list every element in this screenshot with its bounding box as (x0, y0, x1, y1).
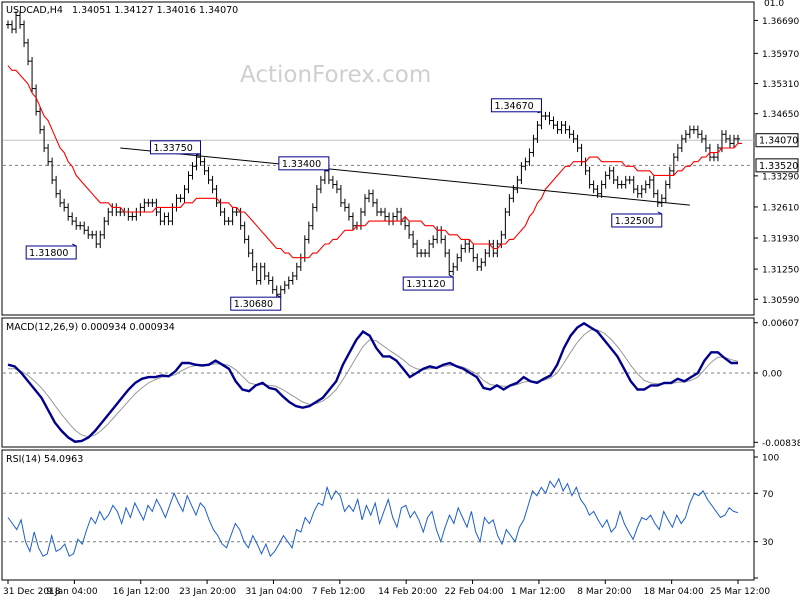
price-y-tick-label: 1.33290 (762, 172, 799, 182)
x-tick-label: 16 Jan 12:00 (113, 587, 170, 597)
x-tick-label: 31 Jan 04:00 (245, 587, 302, 597)
price-y-tick-label: 1.36690 (762, 17, 799, 27)
price-y-tick-label: 1.30590 (762, 296, 799, 306)
rsi-y-tick-label: 30 (762, 538, 774, 548)
price-y-tick-label: 1.34650 (762, 110, 799, 120)
price-y-tick-label: 1.35970 (762, 50, 799, 60)
macd-title: MACD(12,26,9) 0.000934 0.000934 (6, 322, 175, 333)
annotation-label: 1.33750 (154, 143, 193, 154)
price-tag-label: 1.33520 (759, 161, 798, 172)
macd-panel (1, 317, 755, 448)
rsi-y-tick-label: 70 (762, 490, 774, 500)
ohlc-values: 1.34051 1.34127 1.34016 1.34070 (72, 5, 238, 16)
x-axis: 31 Dec 20189 Jan 04:00 16 Jan 12:00 23 Jan… (3, 580, 770, 597)
annotation-label: 1.31800 (29, 248, 68, 259)
price-tag-label: 1.34070 (759, 136, 798, 147)
price-y-tick-label: 1.35310 (762, 80, 799, 90)
watermark: ActionForex.com (240, 62, 431, 88)
price-tag-layer: 1.34070 1.33520 (755, 133, 799, 173)
macd-y-tick-label: 0.00 (762, 369, 782, 379)
x-tick-label: 7 Feb 12:00 (312, 587, 366, 597)
x-tick-label: 22 Feb 04:00 (445, 587, 504, 597)
chart-canvas: ActionForex.com USDCAD,H4 1.34051 1.3412… (1, 0, 800, 597)
price-panel (1, 1, 755, 316)
x-tick-label: 18 Mar 04:00 (644, 587, 704, 597)
annotation-label: 1.33400 (282, 159, 321, 170)
macd-y-tick-label: -0.008381 (762, 439, 800, 449)
annotation-label: 1.32500 (615, 216, 654, 227)
x-tick-label: 14 Feb 20:00 (378, 587, 437, 597)
x-tick-label: 23 Jan 20:00 (179, 587, 236, 597)
rsi-title: RSI(14) 54.0963 (6, 454, 83, 465)
x-tick-label: 1 Mar 12:00 (511, 587, 566, 597)
price-y-tick-label: 1.32610 (762, 203, 799, 213)
price-y-tick-label: 1.31250 (762, 266, 799, 276)
x-tick-label: 9 Jan 04:00 (46, 587, 98, 597)
macd-y-tick-label: 0.00607 (762, 319, 799, 329)
x-tick-label: 8 Mar 20:00 (577, 587, 632, 597)
annotation-label: 1.34670 (494, 101, 533, 112)
annotation-label: 1.30680 (234, 299, 273, 310)
symbol-label: USDCAD,H4 (6, 5, 63, 16)
annotation-label: 1.31120 (406, 279, 445, 290)
price-y-tick-label: 1.31930 (762, 235, 799, 245)
rsi-y-tick-label: 100 (762, 454, 779, 464)
corner-label: 01.0 (764, 0, 784, 9)
symbol-title: USDCAD,H4 1.34051 1.34127 1.34016 1.3407… (6, 5, 238, 16)
x-tick-label: 25 Mar 12:00 (710, 587, 770, 597)
